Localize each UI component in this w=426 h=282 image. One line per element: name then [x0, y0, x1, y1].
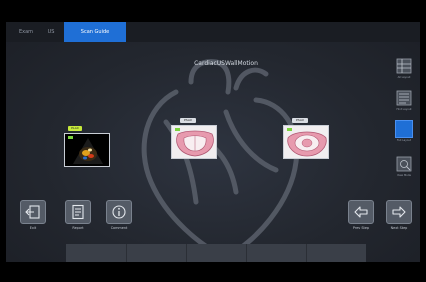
- acquired-tag: [175, 128, 180, 131]
- next-step-label: Next Step: [390, 226, 408, 230]
- thumbnail-label: PSAX: [292, 118, 308, 123]
- scan-thumbnail-guide[interactable]: [283, 125, 329, 159]
- exit-button[interactable]: Exit: [18, 200, 48, 230]
- layout-grid-icon: [396, 58, 412, 74]
- tab-us[interactable]: US: [40, 22, 62, 42]
- tab-scan-guide[interactable]: Scan Guide: [64, 22, 126, 42]
- toolbar-divider: [306, 244, 307, 262]
- scan-thumbnail-acquired[interactable]: [64, 133, 110, 167]
- acquired-tag: [68, 136, 73, 139]
- guide-diagram: [287, 131, 327, 157]
- thumbnail-label: PSAX: [180, 118, 196, 123]
- exit-label: Exit: [29, 226, 37, 230]
- exit-icon: [25, 205, 40, 219]
- layout-list-icon: [396, 90, 412, 106]
- scan-thumbnail-guide[interactable]: [171, 125, 217, 159]
- tool-caption: View Mode: [396, 174, 412, 177]
- report-label: Report: [72, 226, 84, 230]
- tool-caption: All Layout: [397, 76, 411, 79]
- next-step-button[interactable]: Next Step: [384, 200, 414, 230]
- comment-button[interactable]: Comment: [104, 200, 134, 230]
- layout-tool-full[interactable]: Full Layout: [392, 120, 416, 142]
- tool-caption: Hint Layout: [396, 108, 412, 111]
- arrow-right-icon: [392, 206, 406, 218]
- ultrasound-image: [73, 138, 103, 164]
- acquired-tag: [287, 128, 292, 131]
- guide-diagram: [176, 130, 214, 157]
- thumbnail-label: PLAX: [68, 126, 82, 131]
- full-layout-icon: [395, 120, 413, 138]
- toolbar-divider: [186, 244, 187, 262]
- view-mode-icon: [396, 156, 412, 172]
- report-icon: [72, 204, 84, 220]
- view-mode-tool[interactable]: View Mode: [392, 155, 416, 177]
- top-tab-bar: Exam US Scan Guide: [6, 22, 420, 42]
- bottom-toolbar: [66, 244, 366, 262]
- arrow-left-icon: [354, 206, 368, 218]
- toolbar-divider: [246, 244, 247, 262]
- prev-step-label: Prev Step: [352, 226, 370, 230]
- protocol-title: CardiacUSWallMotion: [194, 60, 258, 67]
- comment-label: Comment: [110, 226, 128, 230]
- prev-step-button[interactable]: Prev Step: [346, 200, 376, 230]
- tool-caption: Full Layout: [396, 139, 412, 142]
- toolbar-divider: [126, 244, 127, 262]
- tab-exam[interactable]: Exam: [16, 22, 36, 42]
- layout-tool-all[interactable]: All Layout: [392, 57, 416, 79]
- report-button[interactable]: Report: [63, 200, 93, 230]
- info-icon: [112, 205, 126, 219]
- scan-guide-screen: Exam US Scan Guide CardiacUSWallMotion P…: [6, 22, 420, 262]
- layout-tool-hint[interactable]: Hint Layout: [392, 89, 416, 111]
